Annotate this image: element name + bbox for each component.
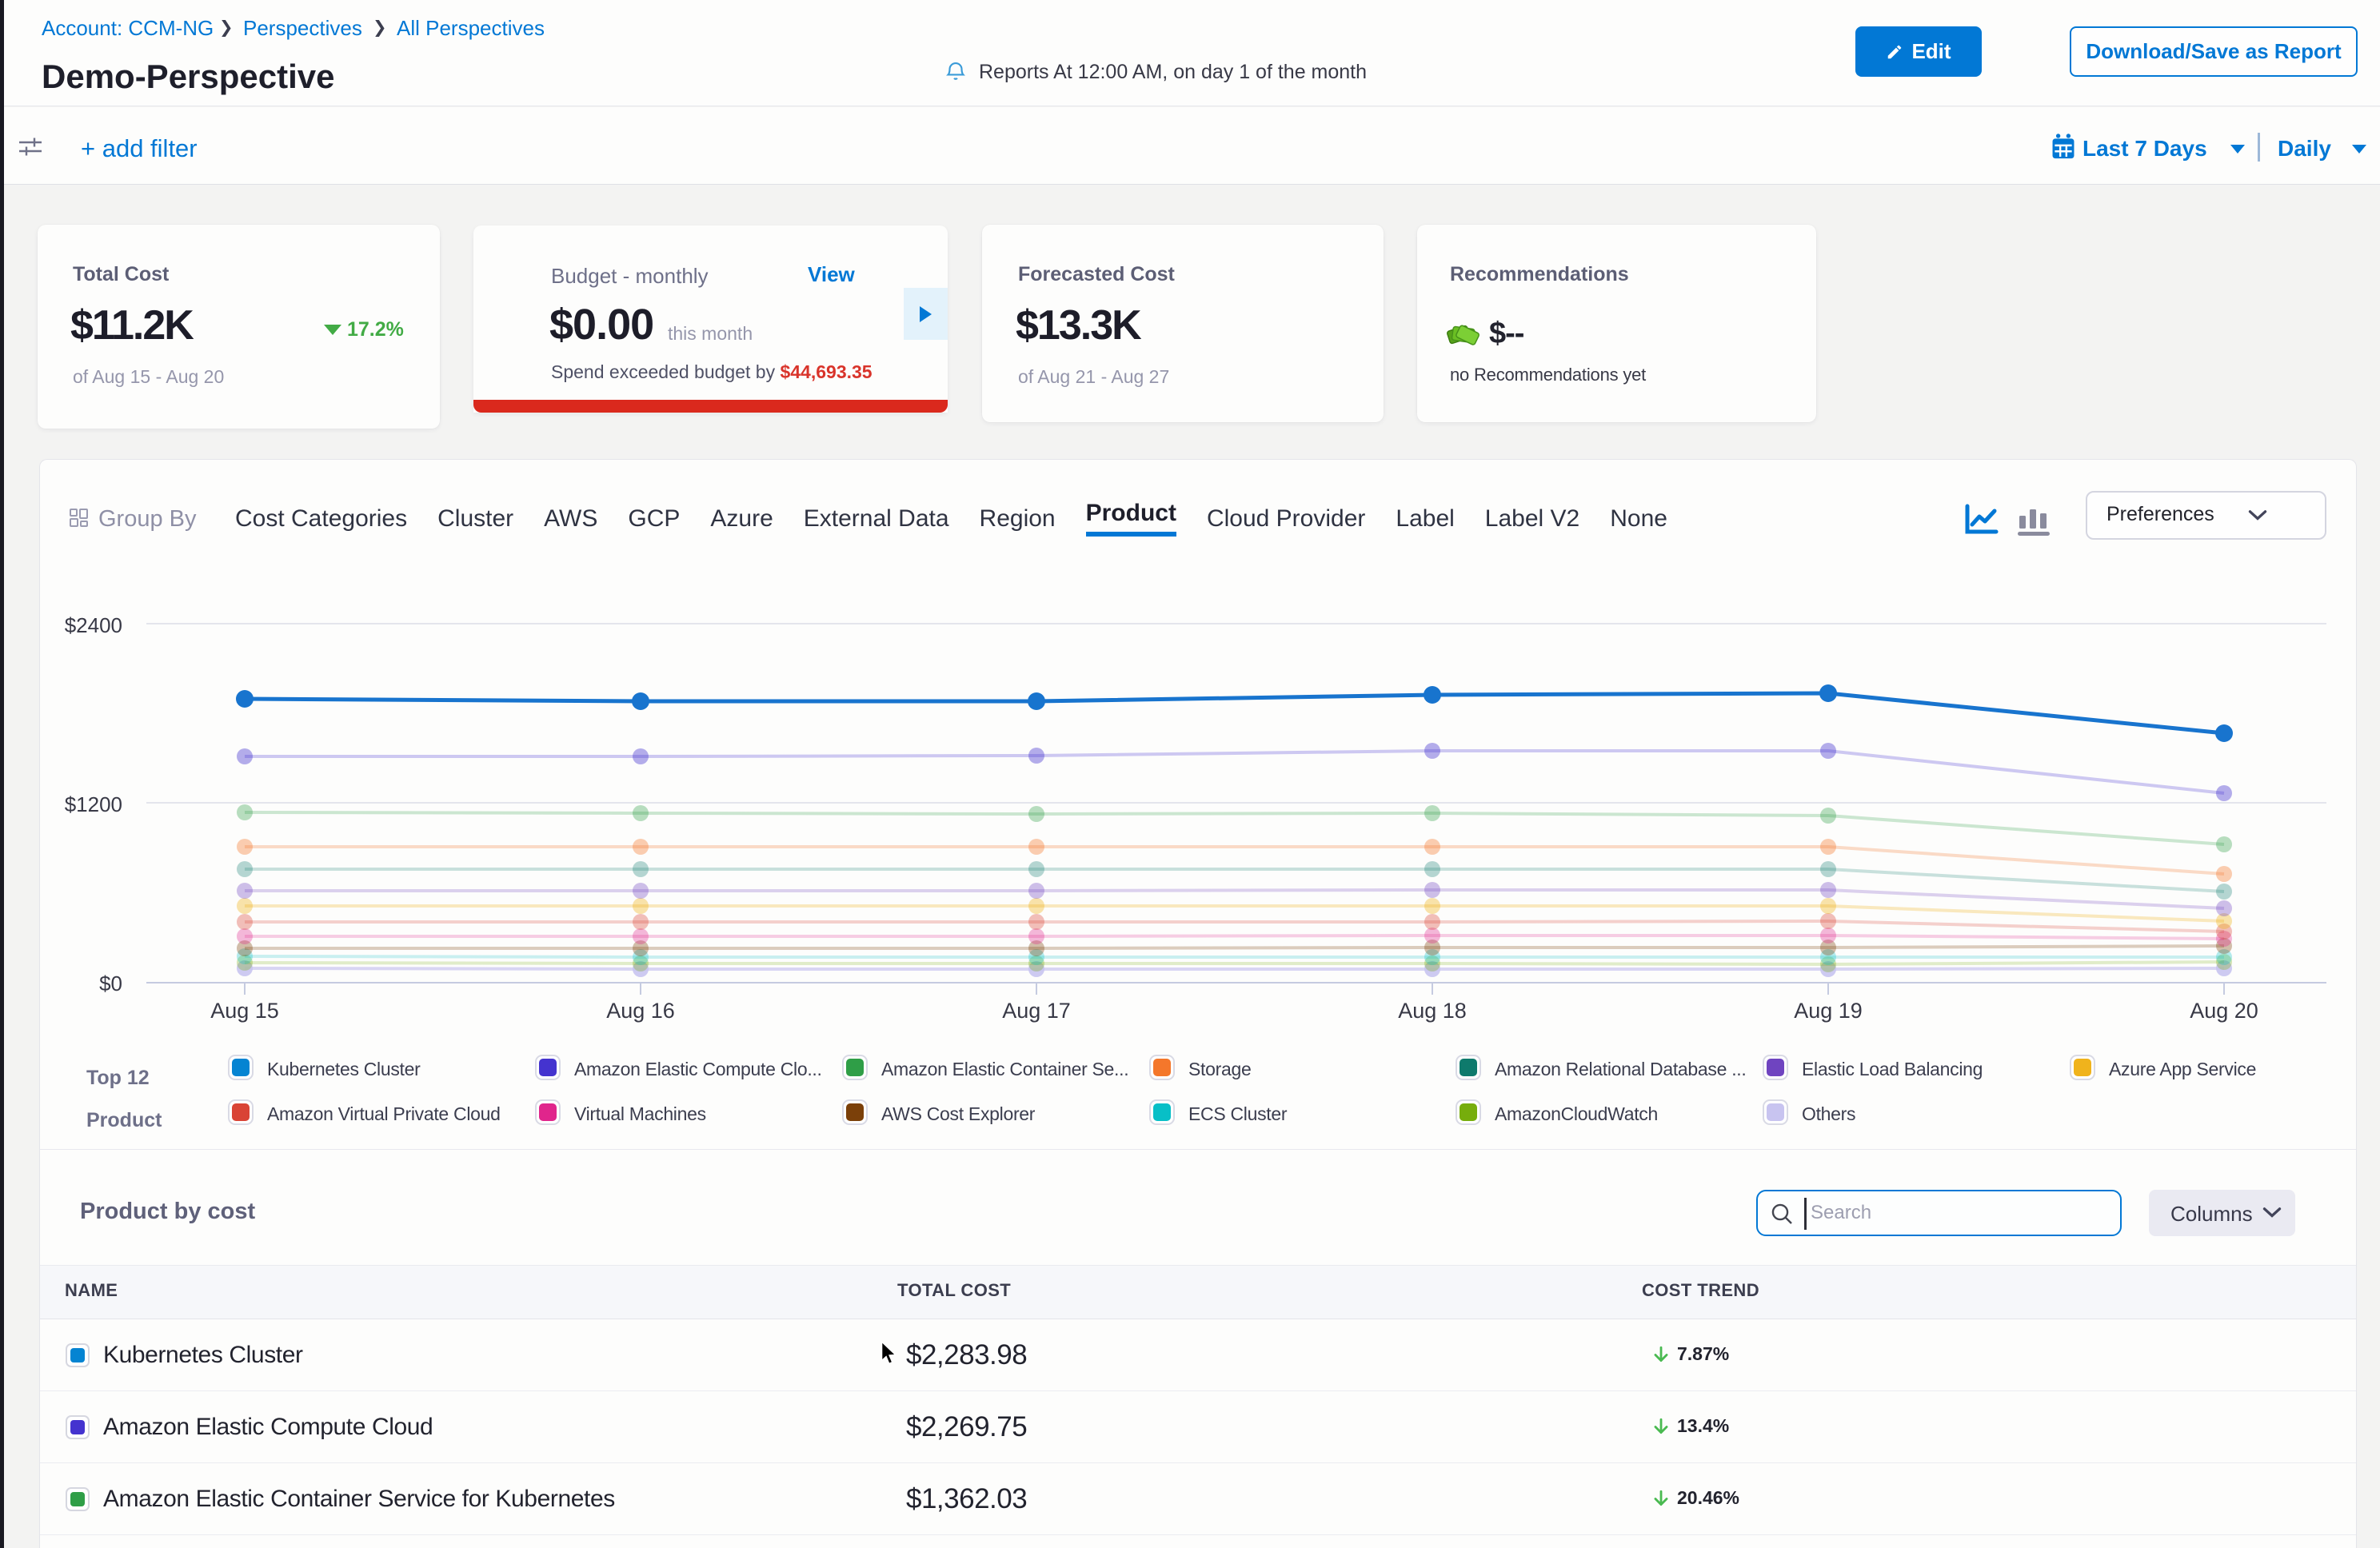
svg-text:$1200: $1200 bbox=[65, 792, 122, 816]
svg-text:Aug 18: Aug 18 bbox=[1398, 999, 1467, 1023]
svg-text:Aug 16: Aug 16 bbox=[606, 999, 675, 1023]
svg-text:$2400: $2400 bbox=[65, 613, 122, 637]
svg-text:Aug 17: Aug 17 bbox=[1002, 999, 1071, 1023]
svg-text:$0: $0 bbox=[99, 971, 122, 995]
svg-text:Aug 19: Aug 19 bbox=[1794, 999, 1863, 1023]
svg-text:Aug 15: Aug 15 bbox=[210, 999, 279, 1023]
svg-text:Aug 20: Aug 20 bbox=[2190, 999, 2258, 1023]
